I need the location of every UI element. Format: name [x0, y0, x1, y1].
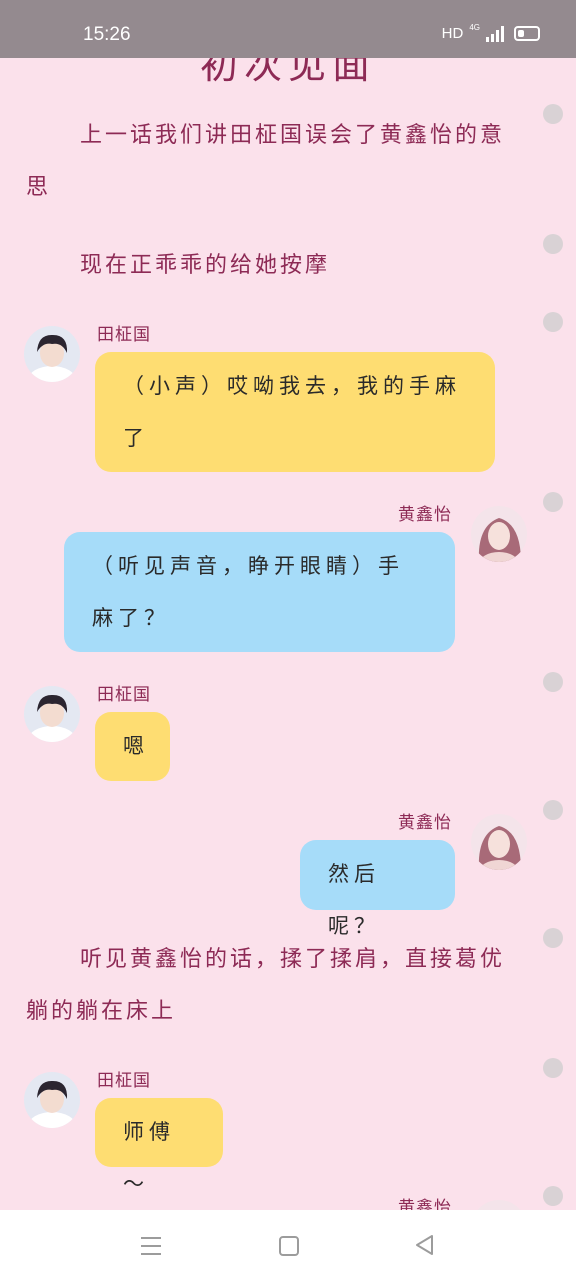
speaker-name: 黄鑫怡: [398, 505, 452, 525]
speaker-name: 田柾国: [97, 1071, 151, 1091]
narration-text: 听见黄鑫怡的话，揉了揉肩，直接葛优躺的躺在床上: [26, 947, 506, 1024]
chat-bubble: （听见声音，睁开眼睛）手麻了？: [64, 532, 455, 652]
menu-icon[interactable]: [141, 1237, 161, 1261]
comment-dot[interactable]: [543, 492, 563, 512]
avatar[interactable]: [24, 1072, 80, 1128]
comment-dot[interactable]: [543, 800, 563, 820]
chat-bubble: 师傅～: [95, 1098, 223, 1196]
avatar[interactable]: [24, 326, 80, 382]
network-type: 4G: [469, 23, 480, 32]
male-avatar-icon: [24, 686, 80, 742]
avatar[interactable]: [471, 814, 527, 870]
narration-text: 现在正乖乖的给她按摩: [80, 253, 331, 278]
comment-dot[interactable]: [543, 312, 563, 332]
status-indicators: HD 4G: [441, 23, 540, 42]
avatar[interactable]: [24, 686, 80, 742]
back-icon[interactable]: [414, 1234, 436, 1256]
comment-dot[interactable]: [543, 672, 563, 692]
navigation-bar: [0, 1210, 576, 1280]
female-avatar-icon: [471, 814, 527, 870]
status-time: 15:26: [83, 24, 131, 45]
narration-text: 上一话我们讲田柾国误会了黄鑫怡的意思: [26, 123, 506, 200]
home-icon[interactable]: [279, 1236, 299, 1256]
comment-dot[interactable]: [543, 1058, 563, 1078]
chat-bubble: 嗯: [95, 712, 170, 781]
comment-dot[interactable]: [543, 234, 563, 254]
chat-bubble: （小声）哎呦我去，我的手麻了: [95, 352, 495, 472]
chat-bubble: 然后呢？: [300, 840, 455, 938]
hd-indicator: HD: [441, 25, 464, 42]
signal-icon: [486, 25, 504, 42]
female-avatar-icon: [471, 506, 527, 562]
male-avatar-icon: [24, 326, 80, 382]
comment-dot[interactable]: [543, 1186, 563, 1206]
male-avatar-icon: [24, 1072, 80, 1128]
speaker-name: 黄鑫怡: [398, 813, 452, 833]
comment-dot[interactable]: [543, 928, 563, 948]
battery-icon: [514, 26, 540, 41]
speaker-name: 田柾国: [97, 685, 151, 705]
status-bar: 15:26 HD 4G: [0, 0, 576, 58]
comment-dot[interactable]: [543, 104, 563, 124]
speaker-name: 田柾国: [97, 325, 151, 345]
avatar[interactable]: [471, 506, 527, 562]
